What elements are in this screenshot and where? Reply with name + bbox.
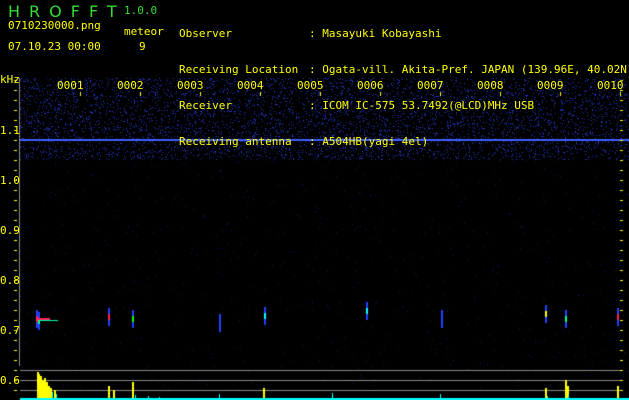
info-label: Receiver	[179, 99, 232, 112]
meteor-count: 9	[139, 40, 146, 53]
info-location: Receiving Location: Ogata-vill. Akita-Pr…	[179, 64, 629, 76]
time-column-label: 0001	[57, 79, 84, 92]
time-column-label: 0006	[357, 79, 384, 92]
y-tick-label: 0.6	[0, 374, 20, 387]
y-tick-label: 0.9	[0, 224, 20, 237]
file-name: 0710230000.png	[8, 19, 101, 32]
y-tick-label: 1.1	[0, 124, 20, 137]
info-label: Receiving Location	[179, 63, 299, 76]
meteor-label: meteor	[124, 25, 164, 38]
axis-unit: kHz	[0, 73, 20, 86]
info-value: A504HB(yagi 4el)	[322, 135, 429, 148]
y-tick-label: 0.8	[0, 274, 20, 287]
time-column-label: 0005	[297, 79, 324, 92]
info-antenna: Receiving antenna: A504HB(yagi 4el)	[179, 135, 429, 148]
info-receiver: Receiver: ICOM IC-575 53.7492(@LCD)MHz U…	[179, 99, 535, 112]
y-tick-label: 1.0	[0, 174, 20, 187]
info-label: Receiving antenna	[179, 135, 292, 148]
time-column-label: 0007	[417, 79, 444, 92]
time-column-label: 0003	[177, 79, 204, 92]
y-tick-label: 0.7	[0, 324, 20, 337]
info-value: ICOM IC-575 53.7492(@LCD)MHz USB	[322, 99, 535, 112]
info-observer: Observer: Masayuki Kobayashi	[179, 27, 442, 40]
app-version: 1.0.0	[124, 4, 158, 17]
time-column-label: 0010	[597, 79, 624, 92]
time-column-label: 0008	[477, 79, 504, 92]
info-value: Ogata-vill. Akita-Pref. JAPAN (139.96E, …	[322, 63, 629, 76]
time-column-label: 0009	[537, 79, 564, 92]
time-column-label: 0004	[237, 79, 264, 92]
time-column-label: 0002	[117, 79, 144, 92]
info-value: Masayuki Kobayashi	[322, 27, 442, 40]
info-label: Observer	[179, 27, 232, 40]
file-datetime: 07.10.23 00:00	[8, 40, 101, 53]
